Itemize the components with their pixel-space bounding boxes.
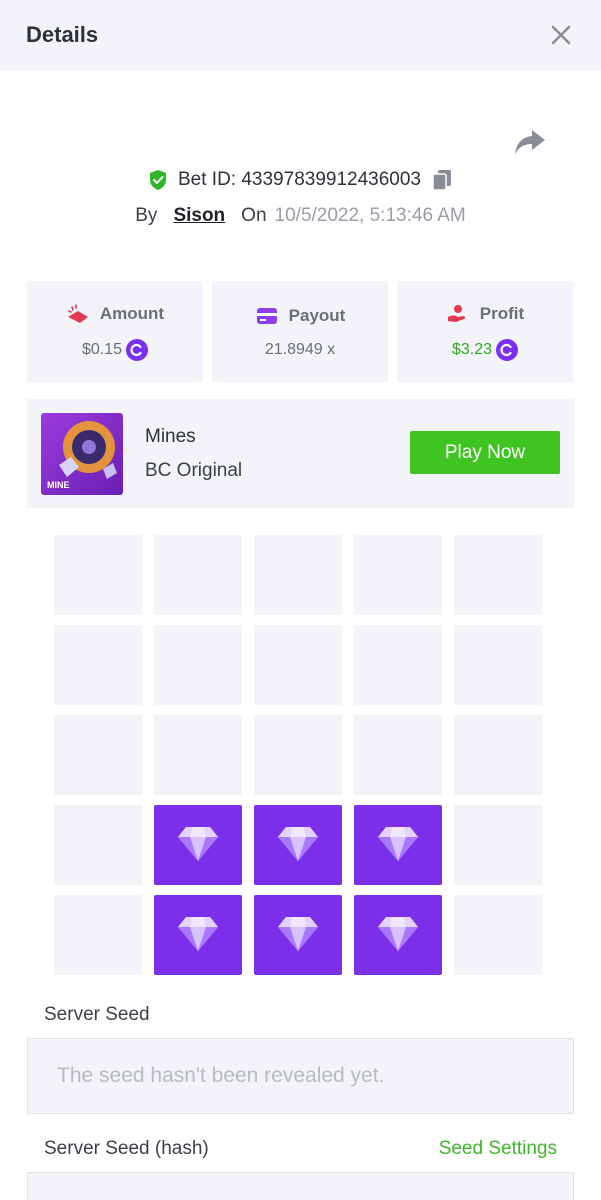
payout-value: 21.8949 x [264, 340, 336, 358]
grid-cell [54, 535, 142, 615]
grid-cell [454, 715, 542, 795]
amount-icon [67, 303, 88, 323]
thumbnail-text: MINE [47, 479, 70, 490]
stats-row: Amount $0.15 Payout 21.8949 x Profit $3.… [27, 281, 573, 382]
grid-cell [254, 715, 342, 795]
seed-settings-link[interactable]: Seed Settings [439, 1138, 557, 1160]
copy-icon[interactable] [431, 168, 453, 192]
grid-cell [354, 715, 442, 795]
close-icon[interactable] [547, 21, 575, 49]
grid-cell [54, 715, 142, 795]
stat-payout: Payout 21.8949 x [212, 281, 388, 382]
grid-cell-gem [354, 895, 442, 975]
grid-cell [54, 625, 142, 705]
bet-id: Bet ID: 43397839912436003 [178, 169, 421, 190]
bet-date: 10/5/2022, 5:13:46 AM [274, 205, 466, 226]
profit-icon [447, 304, 465, 322]
mines-game-thumbnail[interactable]: MINE [41, 412, 123, 495]
grid-cell [154, 715, 242, 795]
gem-icon [276, 823, 320, 868]
grid-cell [454, 535, 542, 615]
grid-cell [354, 625, 442, 705]
card-icon [256, 307, 277, 324]
game-provider: BC Original [145, 459, 243, 481]
game-name: Mines [145, 425, 196, 447]
payout-label: Payout [288, 305, 346, 325]
server-seed-hash-field[interactable] [27, 1172, 574, 1200]
server-seed-label: Server Seed [44, 1004, 150, 1025]
mines-grid [54, 535, 542, 975]
page-title: Details [26, 22, 99, 47]
server-seed-field[interactable]: The seed hasn't been revealed yet. [27, 1038, 574, 1114]
profit-label: Profit [479, 303, 525, 323]
server-seed-hash-label: Server Seed (hash) [44, 1138, 209, 1159]
grid-cell [154, 625, 242, 705]
play-now-button[interactable]: Play Now [410, 431, 560, 474]
stat-profit: Profit $3.23 [397, 281, 573, 382]
grid-cell [154, 535, 242, 615]
grid-cell [454, 895, 542, 975]
grid-cell-gem [154, 805, 242, 885]
header: Details [0, 0, 601, 70]
amount-label: Amount [99, 303, 165, 323]
gem-icon [376, 913, 420, 958]
user-link[interactable]: Sison [173, 205, 225, 227]
grid-cell-gem [154, 895, 242, 975]
on-label: On [241, 205, 267, 226]
grid-cell-gem [254, 805, 342, 885]
bet-author-row: By Sison On 10/5/2022, 5:13:46 AM [0, 205, 601, 227]
grid-cell [454, 805, 542, 885]
coin-icon [126, 338, 149, 361]
grid-cell [254, 625, 342, 705]
amount-value: $0.15 [81, 340, 123, 358]
grid-cell [254, 535, 342, 615]
game-card: MINE Mines BC Original Play Now [27, 399, 574, 508]
grid-cell [454, 625, 542, 705]
gem-icon [176, 823, 220, 868]
gem-icon [176, 913, 220, 958]
gem-icon [276, 913, 320, 958]
grid-cell-gem [354, 805, 442, 885]
gem-icon [376, 823, 420, 868]
coin-icon [496, 338, 519, 361]
verified-shield-icon [150, 170, 166, 190]
bet-details-page: Details Bet ID: 43397839912436003 By Sis… [0, 0, 601, 1200]
server-seed-value: The seed hasn't been revealed yet. [57, 1064, 385, 1087]
grid-cell [354, 535, 442, 615]
by-label: By [135, 205, 158, 226]
bet-id-row: Bet ID: 43397839912436003 [0, 168, 601, 192]
grid-cell-gem [254, 895, 342, 975]
share-icon[interactable] [512, 126, 548, 158]
grid-cell [54, 805, 142, 885]
stat-amount: Amount $0.15 [27, 281, 203, 382]
grid-cell [54, 895, 142, 975]
profit-value: $3.23 [451, 340, 493, 358]
